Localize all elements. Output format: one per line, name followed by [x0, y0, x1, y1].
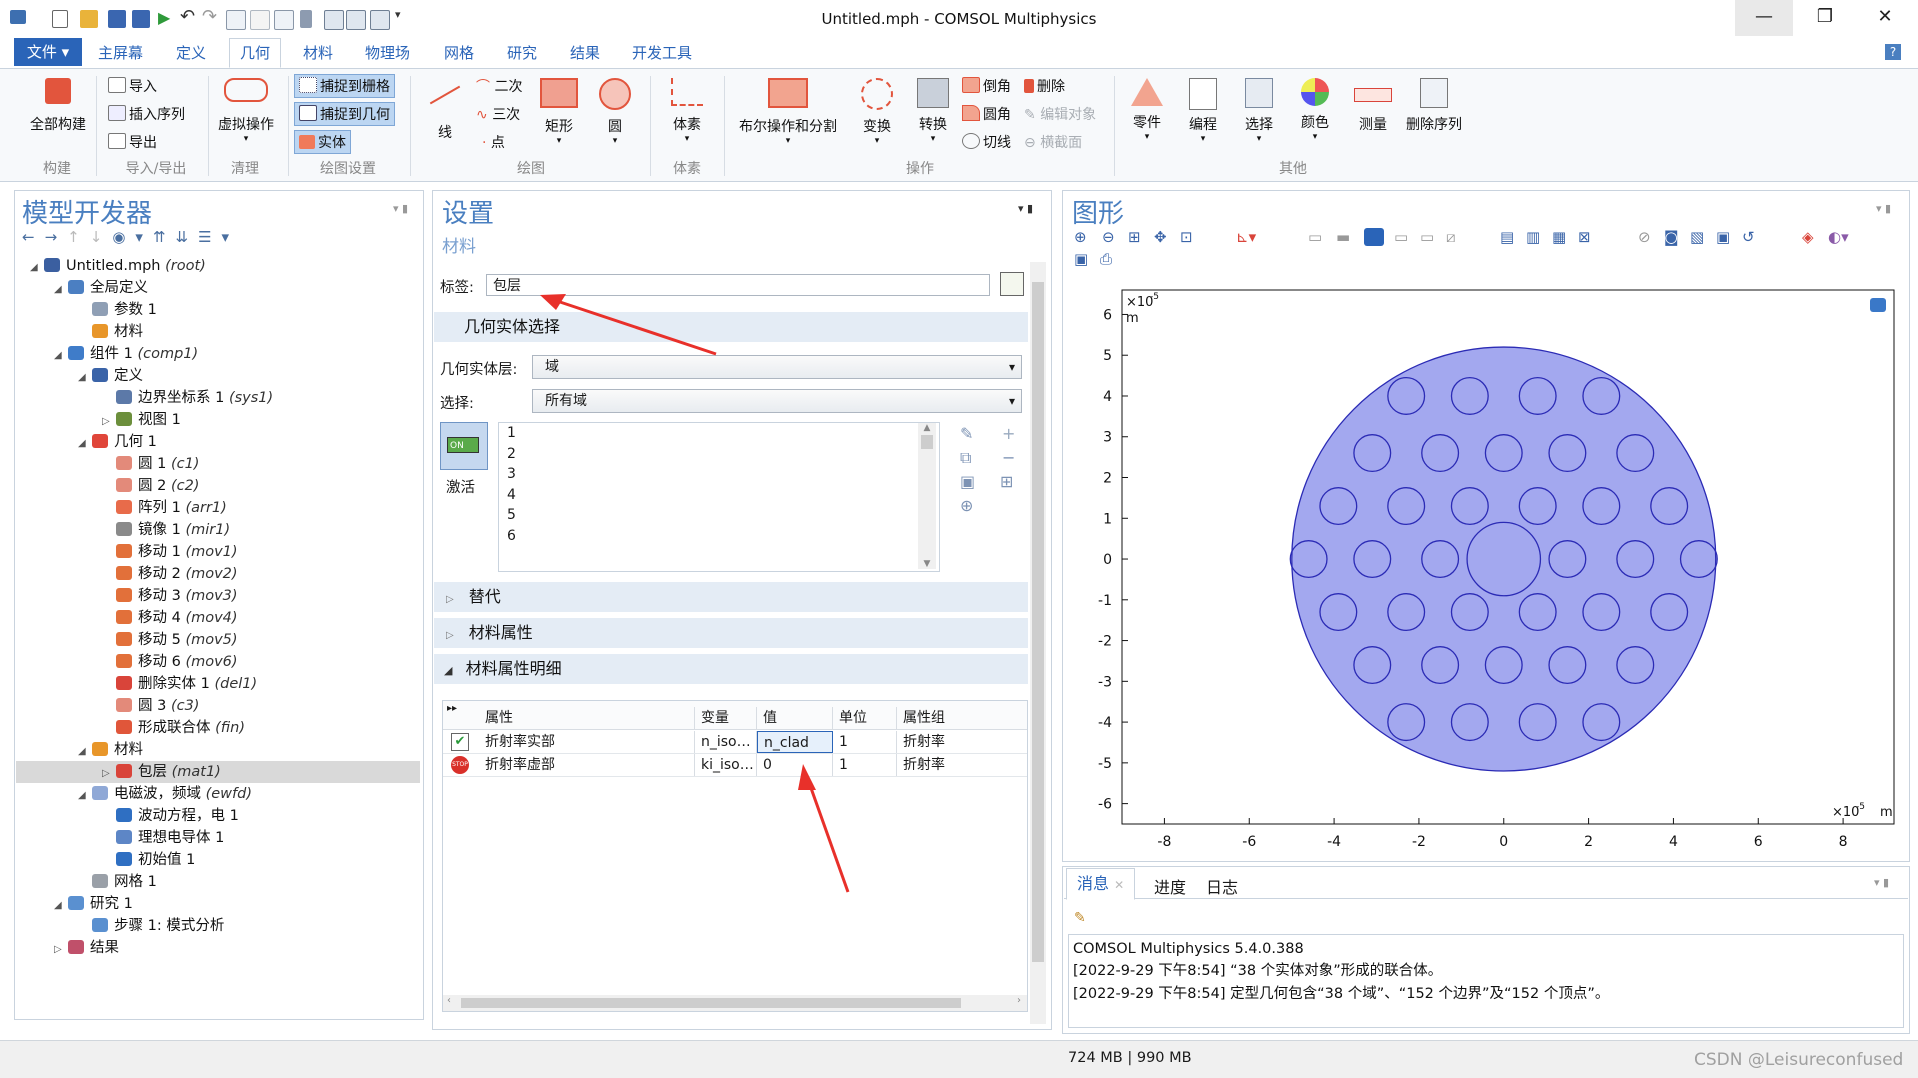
message-line: [2022-9-29 下午8:54] 定型几何包含“38 个域”、“152 个边…: [1073, 986, 1610, 1002]
y-tick-label: -3: [1098, 674, 1112, 690]
tab-log[interactable]: 日志: [1206, 874, 1238, 898]
show-objects-icon[interactable]: ⊘: [1638, 228, 1651, 246]
select-all-icon[interactable]: ⧄: [1446, 228, 1456, 246]
clear-messages-icon[interactable]: ✎: [1074, 910, 1086, 926]
axes-icon[interactable]: ⊾▾: [1236, 228, 1256, 246]
memory-usage: 724 MB | 990 MB: [1068, 1050, 1192, 1066]
x-tick-label: -4: [1327, 834, 1341, 850]
select-domains-icon[interactable]: ▬: [1336, 228, 1350, 246]
message-line: [2022-9-29 下午8:54] “38 个实体对象”形成的联合体。: [1073, 963, 1443, 979]
y-tick-label: -6: [1098, 797, 1112, 813]
tab-messages[interactable]: 消息 ✕: [1066, 868, 1136, 900]
x-tick-label: 6: [1754, 834, 1763, 850]
watermark: CSDN @Leisureconfused: [1694, 1050, 1904, 1070]
y-exponent-sup: -5: [1150, 292, 1159, 302]
view-cube-icon: [1870, 298, 1886, 312]
scene-light-icon[interactable]: ▣: [1716, 228, 1730, 246]
x-tick-label: 0: [1499, 834, 1508, 850]
select-domain-active-icon[interactable]: [1364, 228, 1384, 246]
wireframe-icon[interactable]: ◙: [1664, 228, 1679, 246]
reset-view-icon[interactable]: ↺: [1742, 228, 1755, 246]
y-tick-label: -5: [1098, 756, 1112, 772]
cladding-domain: [1291, 346, 1717, 772]
views-dropdown-icon[interactable]: ◐▾: [1828, 228, 1849, 246]
x-tick-label: 4: [1669, 834, 1678, 850]
hide-icon[interactable]: ⊠: [1578, 228, 1591, 246]
graphics-toolbar: ⊕ ⊖ ⊞ ✥ ⊡ ⊾▾ ▭ ▬ ▭ ▭ ⧄ ▤ ▥ ▦ ⊠ ⊘ ◙ ▧ ▣ ↺…: [1072, 228, 1902, 272]
message-tabs: 消息 ✕ 进度 日志 ▾ ▮: [1064, 868, 1908, 900]
select-boundaries-icon[interactable]: ▭: [1394, 228, 1408, 246]
zoom-out-icon[interactable]: ⊖: [1102, 228, 1115, 246]
camera-icon[interactable]: ▣: [1074, 250, 1088, 268]
clear-selection-icon[interactable]: ▤: [1500, 228, 1514, 246]
graphics-title: 图形: [1072, 199, 1125, 229]
annotation-arrow-value: [804, 773, 850, 893]
x-tick-label: -2: [1412, 834, 1426, 850]
tab-messages-label: 消息: [1077, 874, 1110, 893]
panel-menu-icon[interactable]: ▾ ▮: [1874, 876, 1889, 889]
annotation-arrow-label: [547, 296, 717, 356]
x-exponent-sup: -5: [1856, 802, 1865, 812]
print-icon[interactable]: ⎙: [1100, 250, 1112, 268]
y-unit-label: m: [1126, 311, 1139, 326]
y-tick-label: 4: [1103, 389, 1112, 405]
x-tick-label: 8: [1839, 834, 1848, 850]
y-tick-label: 2: [1103, 471, 1112, 487]
x-tick-label: 2: [1584, 834, 1593, 850]
status-bar: [0, 1040, 1918, 1078]
transparency-icon[interactable]: ▧: [1690, 228, 1704, 246]
y-tick-label: 1: [1103, 511, 1112, 527]
grid-selection-icon[interactable]: ▦: [1552, 228, 1566, 246]
x-unit-label: m: [1880, 805, 1893, 820]
tab-progress[interactable]: 进度: [1154, 874, 1186, 898]
close-tab-icon[interactable]: ✕: [1114, 878, 1124, 892]
y-tick-label: -2: [1098, 634, 1112, 650]
invert-selection-icon[interactable]: ▥: [1526, 228, 1540, 246]
render-icon[interactable]: ◈: [1802, 228, 1814, 246]
y-tick-label: 3: [1103, 430, 1112, 446]
select-objects-icon[interactable]: ▭: [1308, 228, 1322, 246]
zoom-box-icon[interactable]: ⊞: [1128, 228, 1141, 246]
panel-menu-icon[interactable]: ▾ ▮: [1876, 202, 1891, 215]
select-points-icon[interactable]: ▭: [1420, 228, 1434, 246]
zoom-selected-icon[interactable]: ⊡: [1180, 228, 1193, 246]
y-tick-label: 0: [1103, 552, 1112, 568]
x-tick-label: -8: [1157, 834, 1171, 850]
y-tick-label: -4: [1098, 715, 1112, 731]
zoom-extents-icon[interactable]: ✥: [1154, 228, 1167, 246]
y-tick-label: -1: [1098, 593, 1112, 609]
annotation-arrowhead: [798, 764, 816, 790]
x-tick-label: -6: [1242, 834, 1256, 850]
y-tick-label: 5: [1103, 348, 1112, 364]
message-line: COMSOL Multiphysics 5.4.0.388: [1073, 941, 1304, 957]
message-log: COMSOL Multiphysics 5.4.0.388 [2022-9-29…: [1068, 934, 1904, 1028]
zoom-in-icon[interactable]: ⊕: [1074, 228, 1087, 246]
y-tick-label: 6: [1103, 307, 1112, 323]
graphics-canvas[interactable]: 6543210-1-2-3-4-5-6-8 -6 -4 -2 0 2 4 6 8×10-5m×1…: [1064, 276, 1906, 858]
